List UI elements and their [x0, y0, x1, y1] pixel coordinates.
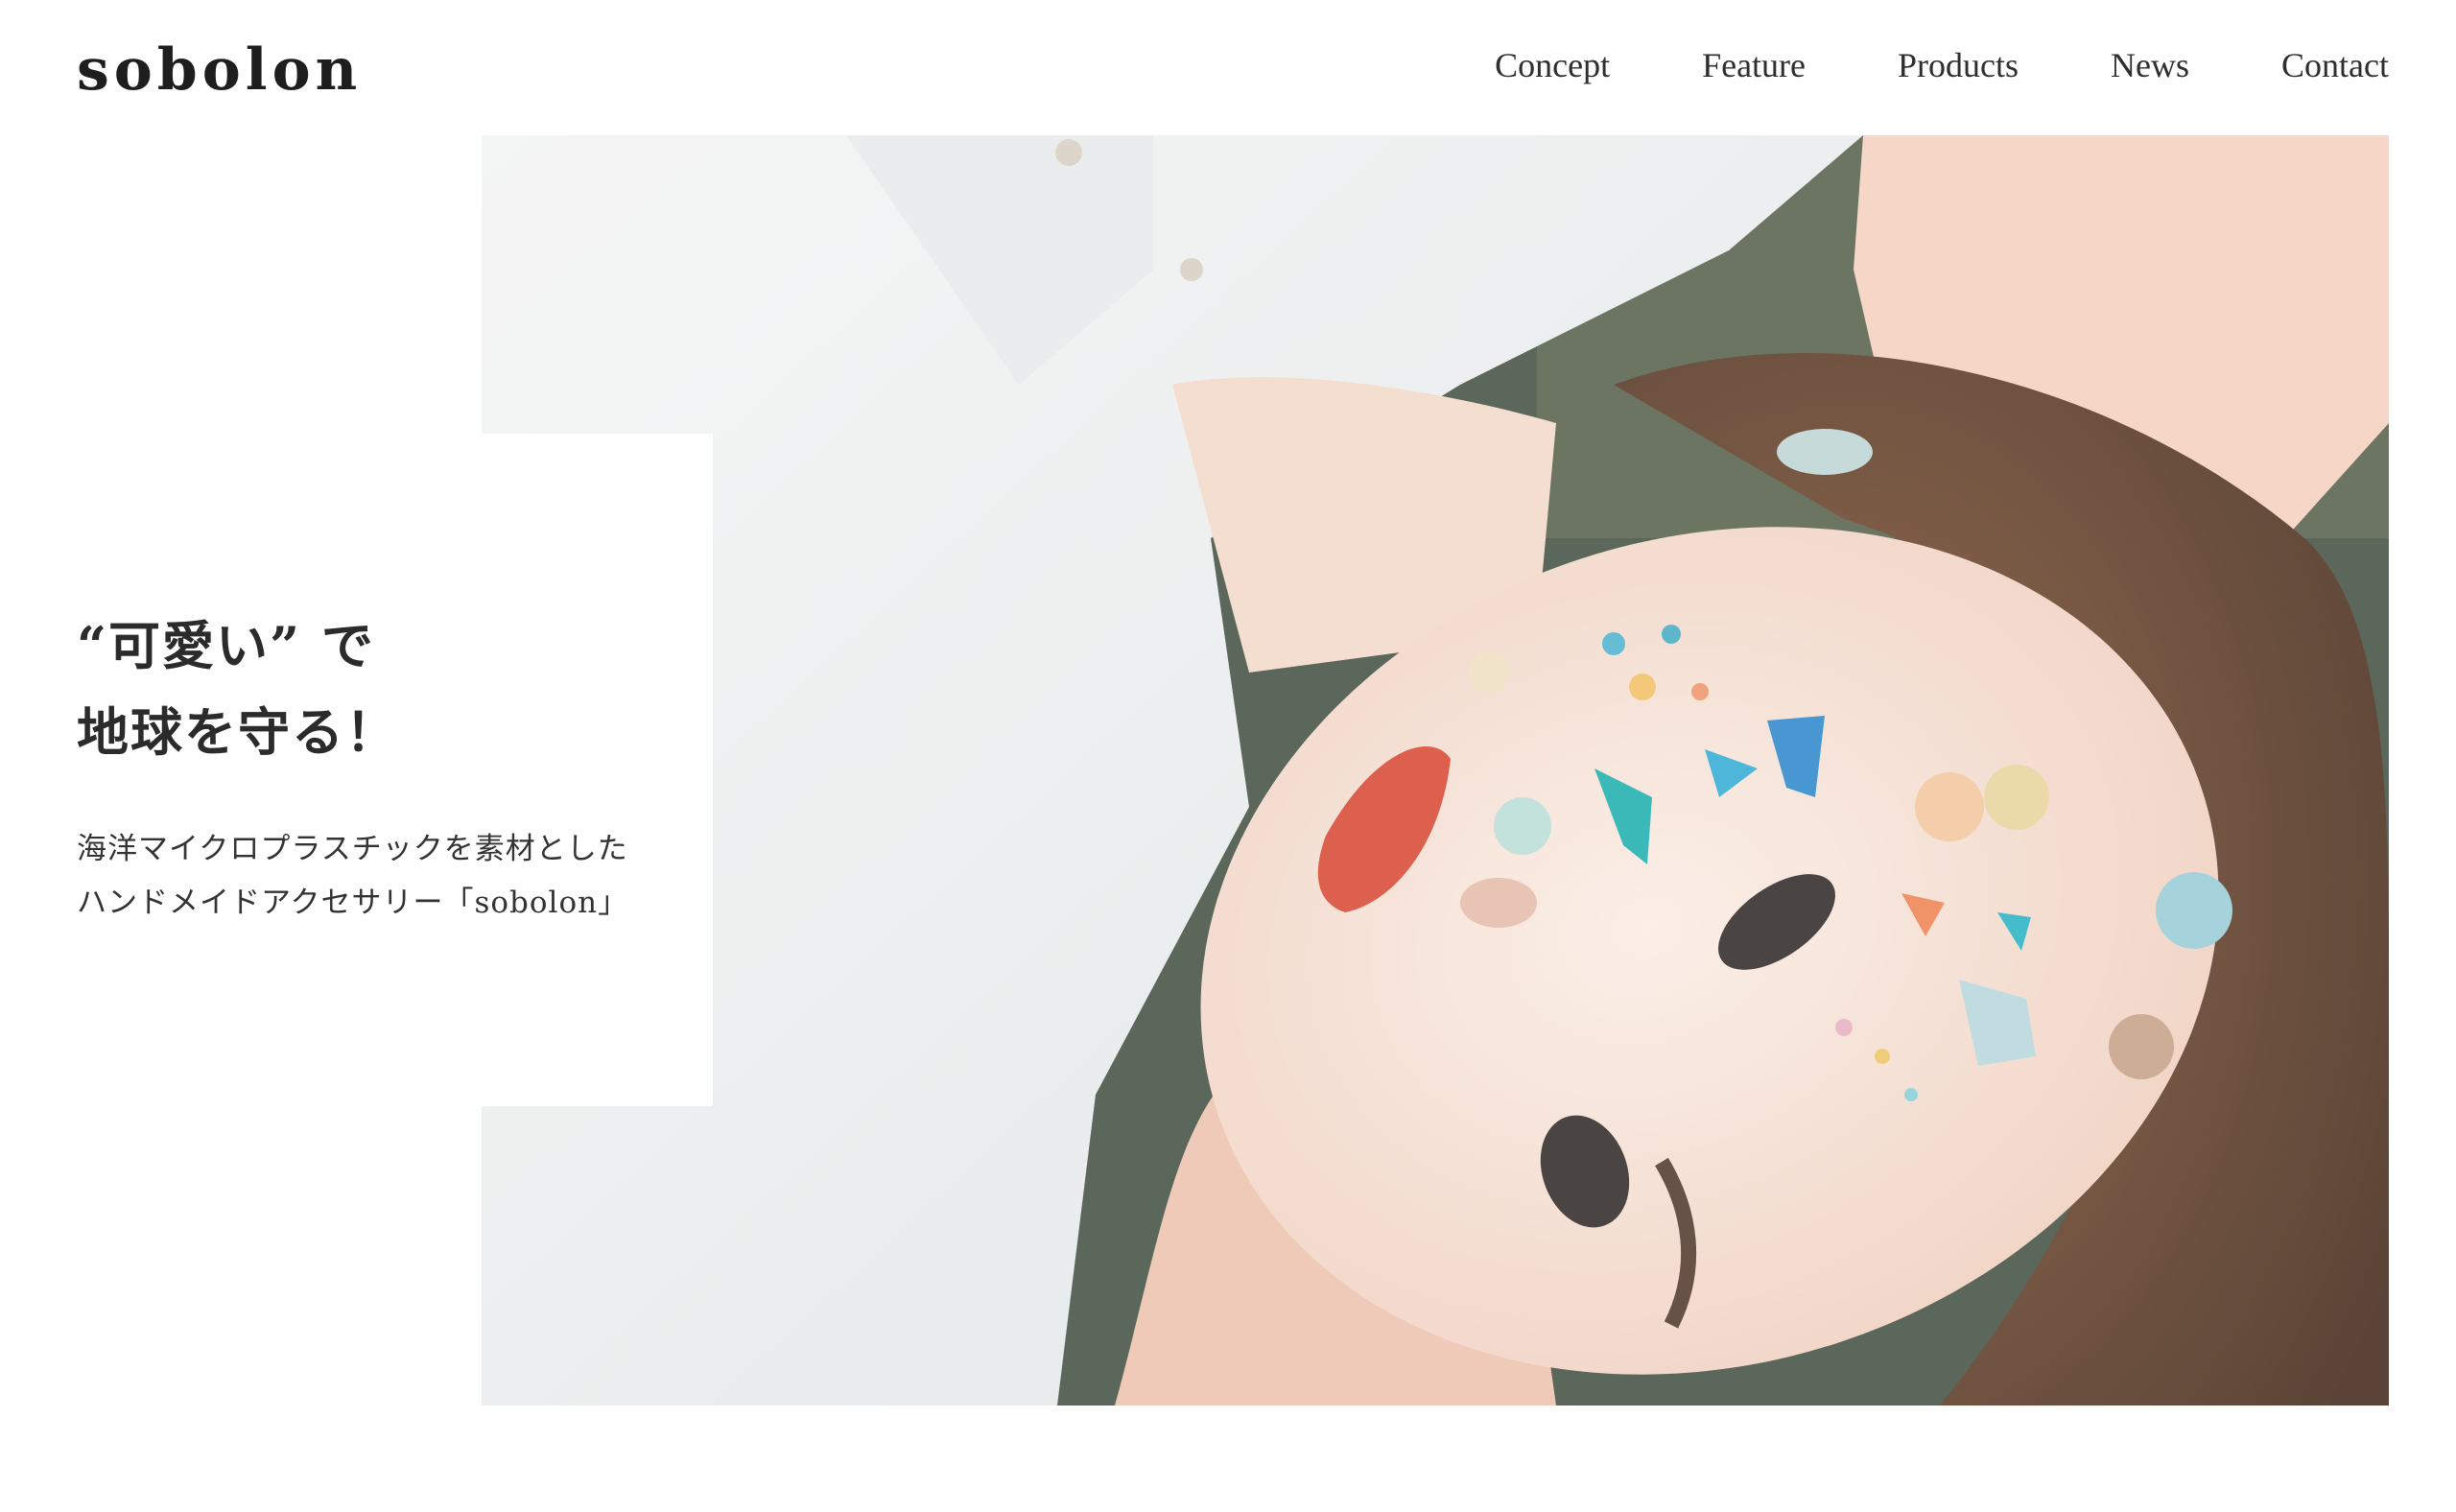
main-nav: Concept Feature Products News Contact	[1495, 44, 2389, 86]
nav-link-contact[interactable]: Contact	[2281, 46, 2389, 84]
page: sobolon Concept Feature Products News Co…	[0, 0, 2456, 1512]
hero-photo-illustration	[482, 135, 2389, 1406]
nav-item-concept: Concept	[1495, 44, 1610, 86]
hero-copy-panel: “可愛い” で 地球を守る！ 海洋マイクロプラスチックを素材とした ハンドメイド…	[0, 434, 713, 1106]
nav-link-products[interactable]: Products	[1898, 46, 2019, 84]
nav-link-feature[interactable]: Feature	[1702, 46, 1806, 84]
nav-item-feature: Feature	[1702, 44, 1806, 86]
hero-headline: “可愛い” で 地球を守る！	[77, 602, 399, 775]
hero-headline-line-1: “可愛い” で	[77, 615, 375, 676]
hero-lead-line-1: 海洋マイクロプラスチックを素材とした	[77, 832, 628, 866]
nav-item-contact: Contact	[2281, 44, 2389, 86]
site-logo[interactable]: sobolon	[77, 36, 362, 104]
nav-item-products: Products	[1898, 44, 2019, 86]
nav-link-concept[interactable]: Concept	[1495, 46, 1610, 84]
hero-headline-line-2: 地球を守る！	[77, 701, 399, 763]
hero-lead: 海洋マイクロプラスチックを素材とした ハンドメイドアクセサリー「sobolon」	[77, 822, 628, 930]
hero-lead-line-2: ハンドメイドアクセサリー「sobolon」	[77, 886, 629, 920]
nav-link-news[interactable]: News	[2111, 46, 2189, 84]
nav-item-news: News	[2111, 44, 2189, 86]
hero-image	[482, 135, 2389, 1406]
